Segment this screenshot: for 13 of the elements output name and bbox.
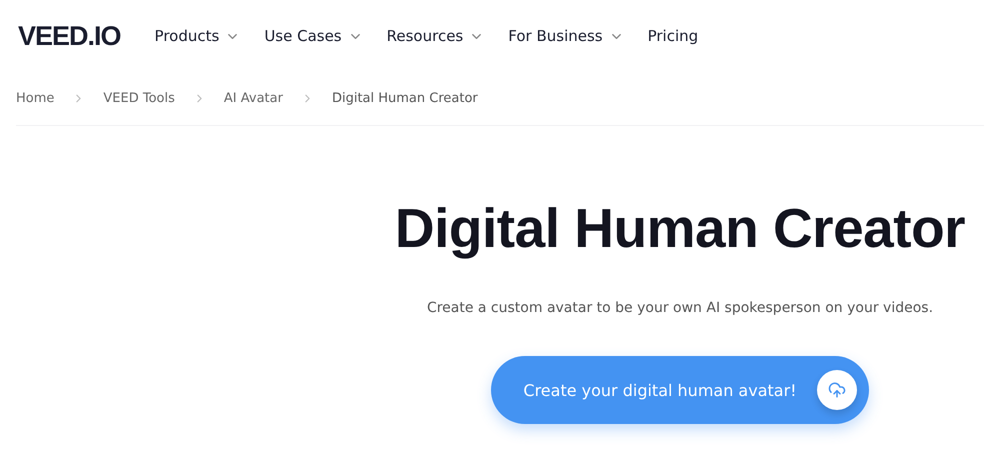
subtitle: Create a custom avatar to be your own AI spokesperson on your videos. xyxy=(426,300,934,316)
breadcrumb-link[interactable]: AI Avatar xyxy=(224,91,283,106)
nav-link[interactable]: For Business xyxy=(508,27,624,45)
breadcrumb-link[interactable]: Home xyxy=(16,91,54,106)
nav-link[interactable]: Use Cases xyxy=(264,27,363,45)
breadcrumb-link[interactable]: Digital Human Creator xyxy=(332,91,478,106)
breadcrumb-link[interactable]: VEED Tools xyxy=(103,91,175,106)
logo[interactable]: VEED.IO xyxy=(18,20,121,52)
nav-link[interactable]: Resources xyxy=(386,27,484,45)
nav-link[interactable]: Pricing xyxy=(648,27,698,45)
nav-link[interactable]: Products xyxy=(154,27,240,45)
upload-icon xyxy=(816,370,857,410)
page-title: Digital Human Creator xyxy=(394,196,966,260)
